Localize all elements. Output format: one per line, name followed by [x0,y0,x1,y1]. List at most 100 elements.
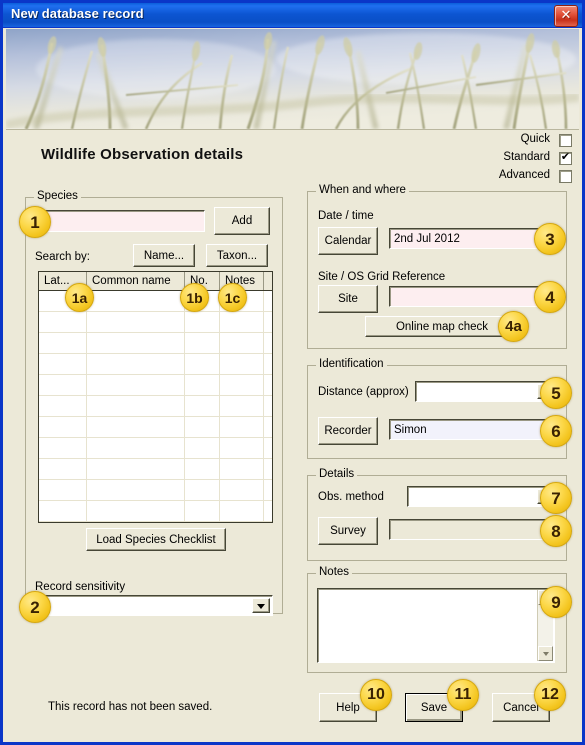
site-grid-reference-label: Site / OS Grid Reference [318,271,446,283]
table-cell[interactable] [220,396,264,416]
checkbox-advanced[interactable] [559,170,572,183]
table-cell[interactable] [39,501,87,521]
mode-selector: Quick Standard Advanced [482,133,572,187]
table-cell[interactable] [264,396,272,416]
table-cell[interactable] [185,459,220,479]
table-cell[interactable] [264,291,272,311]
table-cell[interactable] [185,312,220,332]
mode-row-quick: Quick [482,133,572,149]
obs-method-select[interactable] [407,486,558,507]
load-species-checklist-button[interactable]: Load Species Checklist [86,528,226,551]
table-cell[interactable] [264,501,272,521]
table-cell[interactable] [185,375,220,395]
checkbox-quick[interactable] [559,134,572,147]
callout-badge-5: 5 [540,377,572,409]
table-cell[interactable] [264,480,272,500]
table-cell[interactable] [39,396,87,416]
table-cell[interactable] [39,459,87,479]
search-by-name-button[interactable]: Name... [133,244,195,267]
table-row[interactable] [39,522,272,523]
table-row[interactable] [39,480,272,501]
table-cell[interactable] [87,354,185,374]
table-cell[interactable] [264,438,272,458]
survey-button[interactable]: Survey [318,517,378,545]
table-cell[interactable] [87,501,185,521]
site-grid-reference-input[interactable] [389,286,558,307]
table-cell[interactable] [39,438,87,458]
distance-select[interactable] [415,381,558,402]
add-species-button[interactable]: Add [214,207,270,235]
table-cell[interactable] [264,312,272,332]
table-cell[interactable] [185,480,220,500]
table-cell[interactable] [87,396,185,416]
table-cell[interactable] [87,417,185,437]
online-map-check-button[interactable]: Online map check [365,316,519,337]
table-row[interactable] [39,354,272,375]
table-cell[interactable] [39,480,87,500]
table-cell[interactable] [185,522,220,523]
notes-textarea[interactable] [317,588,555,663]
search-by-taxon-button[interactable]: Taxon... [206,244,268,267]
table-cell[interactable] [220,417,264,437]
table-cell[interactable] [87,375,185,395]
table-cell[interactable] [185,417,220,437]
table-row[interactable] [39,375,272,396]
table-cell[interactable] [39,333,87,353]
table-cell[interactable] [39,354,87,374]
table-cell[interactable] [264,354,272,374]
table-cell[interactable] [87,459,185,479]
table-cell[interactable] [87,480,185,500]
table-cell[interactable] [264,459,272,479]
table-cell[interactable] [185,501,220,521]
survey-input[interactable] [389,519,558,540]
date-input[interactable]: 2nd Jul 2012 [389,228,558,249]
checkbox-standard[interactable] [559,150,572,165]
species-grid-body[interactable] [39,291,272,523]
table-row[interactable] [39,333,272,354]
table-row[interactable] [39,501,272,522]
table-cell[interactable] [185,333,220,353]
table-cell[interactable] [220,480,264,500]
table-cell[interactable] [220,522,264,523]
table-cell[interactable] [264,522,272,523]
table-cell[interactable] [39,417,87,437]
table-row[interactable] [39,438,272,459]
table-cell[interactable] [220,312,264,332]
recorder-button[interactable]: Recorder [318,417,378,445]
table-cell[interactable] [220,354,264,374]
recorder-input[interactable]: Simon [389,419,558,440]
table-row[interactable] [39,396,272,417]
table-cell[interactable] [220,459,264,479]
table-cell[interactable] [220,501,264,521]
record-sensitivity-select[interactable] [35,595,273,616]
table-cell[interactable] [220,438,264,458]
table-cell[interactable] [185,438,220,458]
table-row[interactable] [39,417,272,438]
table-cell[interactable] [264,375,272,395]
calendar-button[interactable]: Calendar [318,227,378,255]
table-cell[interactable] [39,375,87,395]
table-cell[interactable] [87,312,185,332]
table-cell[interactable] [39,522,87,523]
table-row[interactable] [39,459,272,480]
table-cell[interactable] [87,438,185,458]
table-cell[interactable] [185,354,220,374]
scroll-down-icon[interactable] [538,646,553,661]
table-cell[interactable] [220,333,264,353]
species-name-input[interactable] [35,210,205,232]
table-cell[interactable] [87,333,185,353]
table-cell[interactable] [264,417,272,437]
table-cell[interactable] [264,333,272,353]
mode-row-advanced: Advanced [482,169,572,185]
table-cell[interactable] [87,291,185,311]
table-cell[interactable] [87,522,185,523]
chevron-down-icon[interactable] [252,598,270,613]
close-icon[interactable] [554,5,578,27]
table-row[interactable] [39,312,272,333]
table-cell[interactable] [220,375,264,395]
table-cell[interactable] [39,312,87,332]
table-cell[interactable] [185,396,220,416]
site-button[interactable]: Site [318,285,378,313]
column-header-common-name[interactable]: Common name [87,272,185,290]
column-header-extra[interactable] [264,272,272,290]
